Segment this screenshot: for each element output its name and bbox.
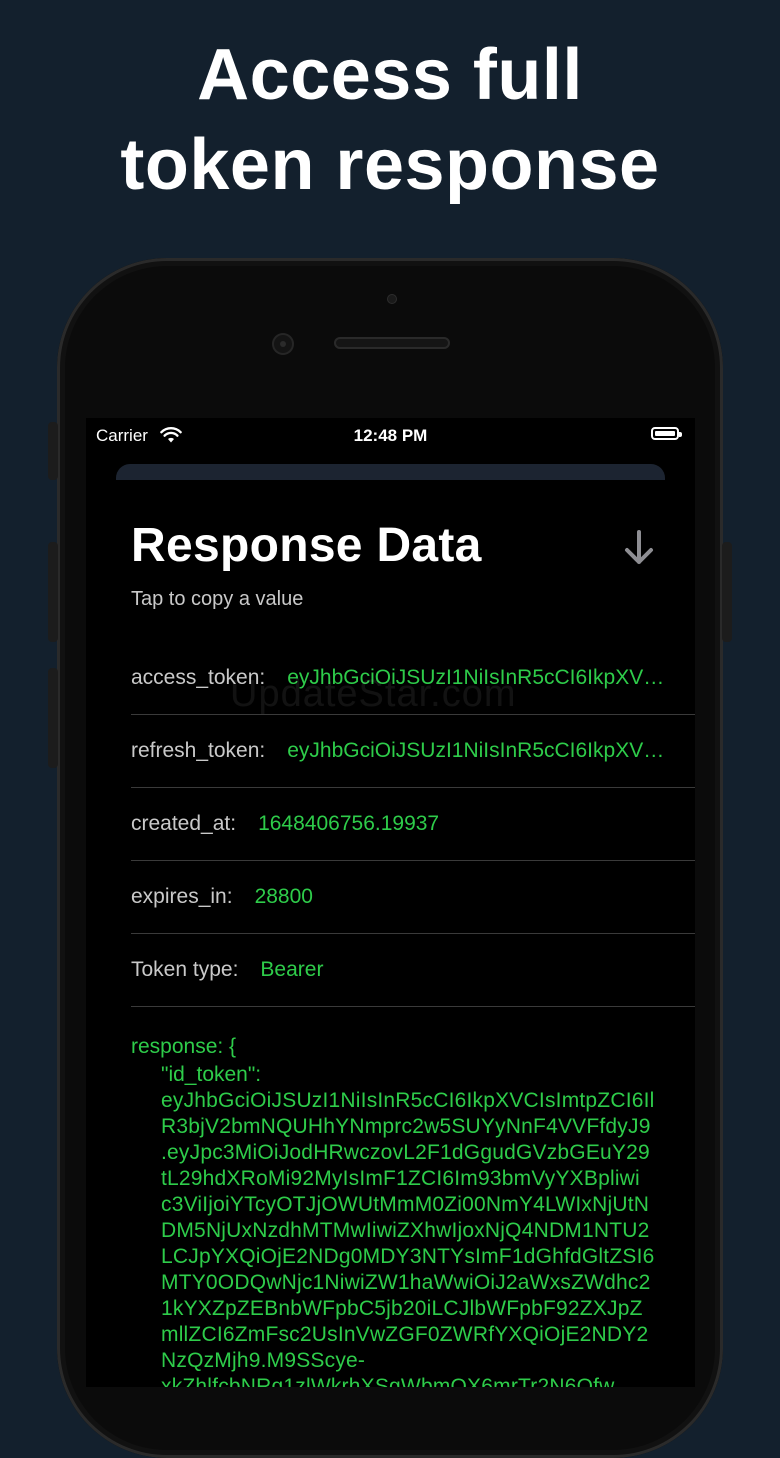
arrow-down-icon[interactable] <box>621 528 657 568</box>
row-created-at[interactable]: created_at: 1648406756.19937 <box>131 788 695 861</box>
response-value-id-token[interactable]: eyJhbGciOiJSUzI1NiIsInR5cCI6IkpXVCIsImtp… <box>131 1088 676 1387</box>
volume-up-button <box>48 542 58 642</box>
row-expires-in[interactable]: expires_in: 28800 <box>131 861 695 934</box>
marketing-headline: Access full token response <box>0 30 780 210</box>
phone-screen: Carrier 12:48 PM Response Data Tap to co… <box>86 418 695 1387</box>
field-value[interactable]: 28800 <box>255 885 695 909</box>
earpiece-speaker <box>334 337 450 349</box>
field-value[interactable]: Bearer <box>260 958 695 982</box>
power-button <box>722 542 732 642</box>
headline-line-2: token response <box>120 125 660 205</box>
field-label: expires_in: <box>131 885 233 908</box>
field-label: refresh_token: <box>131 739 266 762</box>
proximity-sensor <box>387 294 397 304</box>
raw-response-block[interactable]: response: { "id_token": eyJhbGciOiJSUzI1… <box>131 1034 676 1387</box>
field-label: Token type: <box>131 958 239 981</box>
field-value[interactable]: eyJhbGciOiJSUzI1NiIsInR5cCI6IkpXVCIsImtp… <box>287 739 695 763</box>
field-value[interactable]: 1648406756.19937 <box>258 812 695 836</box>
response-key-id-token: "id_token": <box>161 1063 262 1086</box>
status-bar: Carrier 12:48 PM <box>86 418 695 454</box>
watermark: UpdateStar.com <box>230 673 517 715</box>
volume-down-button <box>48 668 58 768</box>
field-label: created_at: <box>131 812 237 835</box>
response-label: response: { <box>131 1035 237 1058</box>
page-title: Response Data <box>131 519 482 572</box>
row-refresh-token[interactable]: refresh_token: eyJhbGciOiJSUzI1NiIsInR5c… <box>131 715 695 788</box>
battery-icon <box>651 427 682 440</box>
headline-line-1: Access full <box>197 35 583 115</box>
page-subtitle: Tap to copy a value <box>131 588 304 610</box>
front-camera <box>272 333 294 355</box>
background-sheet-edge <box>116 464 665 480</box>
mute-switch <box>48 422 58 480</box>
status-time: 12:48 PM <box>353 426 428 445</box>
row-token-type[interactable]: Token type: Bearer <box>131 934 695 1007</box>
